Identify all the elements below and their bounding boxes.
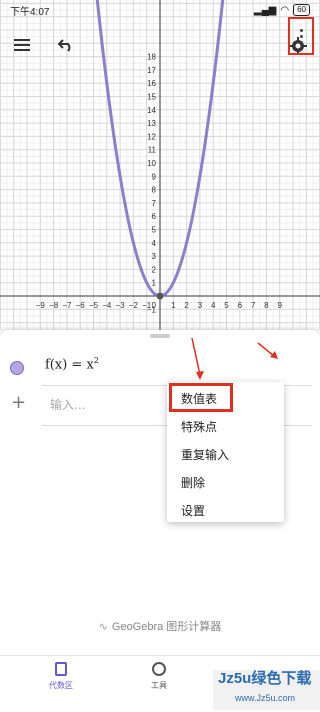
annotation-arrows bbox=[191, 337, 278, 380]
tools-icon bbox=[152, 662, 166, 676]
menu-item-duplicate[interactable]: 重复输入 bbox=[181, 446, 229, 463]
menu-item-special-points[interactable]: 特殊点 bbox=[181, 418, 217, 435]
highlight-box bbox=[169, 383, 233, 412]
tab-tools[interactable]: 工具 bbox=[129, 662, 189, 691]
watermark-url: www.Jz5u.com bbox=[235, 693, 296, 703]
geogebra-logo-icon: ∿ bbox=[98, 621, 108, 633]
menu-item-delete[interactable]: 删除 bbox=[181, 474, 205, 491]
tab-algebra[interactable]: 代数区 bbox=[31, 662, 91, 691]
calculator-icon bbox=[55, 662, 67, 676]
brand-footer: ∿ GeoGebra 图形计算器 bbox=[98, 621, 222, 633]
menu-item-settings[interactable]: 设置 bbox=[181, 502, 205, 519]
watermark-text: Jz5u绿色下载 bbox=[218, 670, 312, 687]
